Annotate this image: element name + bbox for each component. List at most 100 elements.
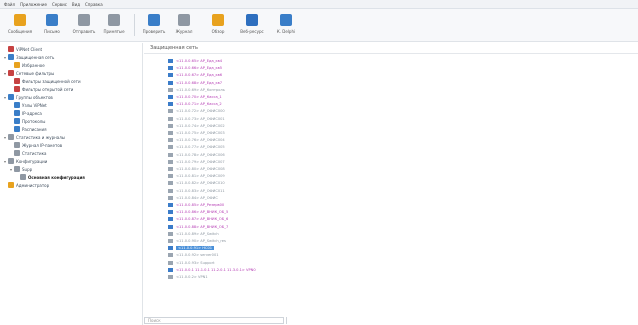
network-node-name: <11.0.0.75> AP_ОФИС003 [176, 131, 225, 135]
network-node-icon [168, 195, 173, 200]
tree-item[interactable]: Статистика [10, 149, 47, 157]
menu-item[interactable]: Вид [72, 2, 80, 7]
tree-item[interactable]: ▾ Сетевые фильтры [4, 69, 54, 77]
network-node-icon [168, 87, 173, 92]
toolbar-button[interactable]: Веб-ресурс [238, 11, 266, 39]
network-node-row-selected[interactable]: <11.0.0.91> HC01 [168, 245, 215, 251]
tree-item[interactable]: ▾ Конфигурации [4, 157, 47, 165]
network-node-row[interactable]: <11.0.0.85> AP_Резерв00 [168, 202, 224, 208]
network-node-row[interactable]: <11.0.0.76> AP_ОФИС004 [168, 137, 225, 143]
tree-item-label: Конфигурации [16, 158, 48, 164]
network-node-row[interactable]: <11.0.0.68> AP_Еда_кв7 [168, 80, 222, 86]
network-node-row[interactable]: <11.0.0.65> AP_Еда_кв4 [168, 58, 222, 64]
toolbar-button-label: Проверить [142, 29, 166, 34]
tree-item[interactable]: Протоколы [10, 117, 45, 125]
messages-icon [14, 14, 26, 26]
network-node-name: <11.0.0.93> Support [176, 260, 215, 265]
toolbar-button[interactable]: Письмо [38, 11, 66, 39]
network-node-row[interactable]: <11.0.0.70> AP_Касса_1 [168, 94, 222, 100]
network-node-icon [168, 167, 173, 171]
network-node-row[interactable]: <11.0.0.92> server001 [168, 252, 219, 258]
network-node-row[interactable]: <11.0.0.72> AP_ОФИС000 [168, 108, 225, 114]
tree-item[interactable]: IP-адреса [10, 109, 42, 117]
network-node-icon [168, 253, 173, 258]
network-node-row[interactable]: <11.0.0.93> Support [168, 260, 215, 266]
network-node-name: <11.0.0.87> AP_ВНИК_ОБ_6 [176, 217, 229, 222]
network-node-row[interactable]: <11.0.0.82> AP_ОФИС010 [168, 180, 225, 186]
tree-item[interactable]: Администратор [4, 181, 49, 189]
network-node-row[interactable]: <11.0.0.88> AP_ВНИК_ОБ_7 [168, 224, 228, 230]
network-node-row[interactable]: <11.0.0.71> AP_Касса_2 [168, 101, 222, 107]
menu-item[interactable]: Файл [4, 2, 15, 7]
toolbar-button[interactable]: Журнал [170, 11, 198, 39]
journal-icon [178, 14, 190, 26]
filter-icon [14, 86, 20, 92]
network-node-name: <11.0.0.67> AP_Еда_кв6 [176, 73, 223, 78]
network-node-row[interactable]: <11.0.0.69> AP_Контроль [168, 87, 225, 93]
network-node-name: <11.0.0.74> AP_ОФИС002 [176, 123, 225, 128]
ip-address-icon [14, 110, 20, 116]
network-node-row[interactable]: <11.0.0.80> AP_ОФИС008 [168, 166, 225, 172]
network-node-icon [168, 131, 173, 135]
toolbar: Сообщения Письмо Отправить Принятые Проверит… [0, 9, 638, 42]
network-node-row[interactable]: <11.0.0.78> AP_ОФИС006 [168, 152, 225, 158]
toolbar-button[interactable]: Принятые [100, 11, 128, 39]
toolbar-button-label: Принятые [103, 29, 125, 34]
menu-item[interactable]: Справка [85, 2, 103, 7]
network-node-row[interactable]: <11.0.0.90> AP_Switch_res [168, 238, 226, 244]
network-node-row[interactable]: <11.0.0.67> AP_Еда_кв6 [168, 72, 222, 78]
tree-item-label: ViPNet Client [16, 46, 43, 52]
filter-divider [284, 317, 287, 324]
tree-item[interactable]: Расписания [10, 125, 47, 133]
tree-item[interactable]: Избранное [10, 61, 45, 69]
network-node-name: <11.0.0.66> AP_Еда_кв5 [176, 66, 223, 71]
network-node-row[interactable]: <11.0.0.2> VPN1 [168, 274, 208, 280]
toolbar-button[interactable]: Проверить [140, 11, 168, 39]
tree-item[interactable]: Фильтры защищенной сети [10, 77, 81, 85]
packet-log-icon [14, 142, 20, 148]
menu-item[interactable]: Сервис [52, 2, 67, 7]
tree-item[interactable]: ▾ Supp [10, 165, 32, 173]
network-node-name: <11.0.0.83> AP_ОФИС011 [176, 188, 225, 193]
toolbar-button[interactable]: Сообщения [6, 11, 34, 39]
search-filter-input[interactable]: Поиск [144, 317, 284, 324]
network-node-row[interactable]: <11.0.0.89> AP_Switch [168, 231, 219, 237]
toolbar-button[interactable]: Обзор [204, 11, 232, 39]
network-node-row[interactable]: <11.0.0.77> AP_ОФИС005 [168, 144, 225, 150]
tree-item[interactable]: ▾ Статистика и журналы [4, 133, 65, 141]
network-node-icon [168, 275, 173, 279]
network-node-row[interactable]: <11.0.0.1 11.1.0.1 11.2.0.1 11.3.0.1> VP… [168, 267, 256, 273]
network-node-icon [168, 217, 173, 222]
tree-item[interactable]: Основная конфигурация [16, 173, 85, 181]
menu-item[interactable]: Приложение [20, 2, 47, 7]
tree-item[interactable]: ▾ Защищенная сеть [4, 53, 54, 61]
tree-item[interactable]: Узлы ViPNet [10, 101, 47, 109]
network-node-name: <11.0.0.69> AP_Контроль [176, 87, 225, 92]
tree-item-label: Статистика [22, 150, 47, 156]
tree-item[interactable]: Журнал IP-пакетов [10, 141, 62, 149]
tree-item-label: Избранное [22, 62, 45, 68]
tree-item[interactable]: Фильтры открытой сети [10, 85, 73, 93]
network-node-row[interactable]: <11.0.0.74> AP_ОФИС002 [168, 123, 225, 129]
network-node-row[interactable]: <11.0.0.66> AP_Еда_кв5 [168, 65, 222, 71]
network-node-row[interactable]: <11.0.0.87> AP_ВНИК_ОБ_6 [168, 216, 228, 222]
favorites-icon [14, 62, 20, 68]
network-node-row[interactable]: <11.0.0.75> AP_ОФИС003 [168, 130, 225, 136]
menu-bar: Файл Приложение Сервис Вид Справка [0, 0, 638, 9]
network-node-row[interactable]: <11.0.0.81> AP_ОФИС009 [168, 173, 225, 179]
toolbar-button[interactable]: Отправить [70, 11, 98, 39]
network-node-icon [168, 239, 173, 243]
toolbar-button[interactable]: К. Delphi [272, 11, 300, 39]
network-node-name: <11.0.0.90> AP_Switch_res [176, 239, 226, 243]
tree-item[interactable]: ViPNet Client [4, 45, 42, 53]
network-node-row[interactable]: <11.0.0.73> AP_ОФИС001 [168, 116, 225, 122]
network-list-pane: Защищенная сеть <11.0.0.65> AP_Еда_кв4 <1… [144, 43, 638, 325]
network-node-name: <11.0.0.86> AP_ВНИК_ОБ_5 [176, 210, 229, 215]
network-node-row[interactable]: <11.0.0.86> AP_ВНИК_ОБ_5 [168, 209, 228, 215]
network-node-row[interactable]: <11.0.0.83> AP_ОФИС011 [168, 188, 225, 194]
network-node-row[interactable]: <11.0.0.79> AP_ОФИС007 [168, 159, 225, 165]
tree-item-label: Узлы ViPNet [22, 102, 47, 108]
network-node-row[interactable]: <11.0.0.84> AP_ОФИС [168, 195, 218, 201]
tree-item[interactable]: ▾ Группы объектов [4, 93, 53, 101]
network-node-icon [168, 224, 173, 229]
